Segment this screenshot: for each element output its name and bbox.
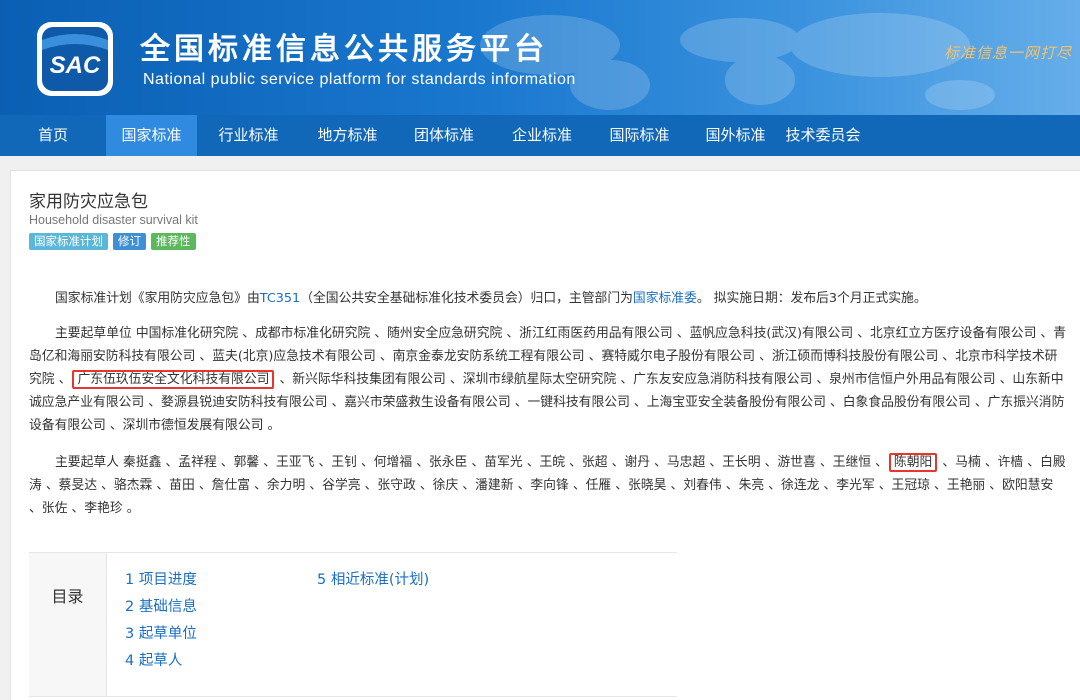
nav-item-enterprise-standards[interactable]: 企业标准: [493, 115, 591, 156]
plan-text-a: 国家标准计划《家用防灾应急包》由: [55, 291, 260, 306]
nav-item-industry-standards[interactable]: 行业标准: [197, 115, 300, 156]
nav-item-international-standards[interactable]: 国际标准: [591, 115, 688, 156]
nav-item-group-standards[interactable]: 团体标准: [395, 115, 493, 156]
toc-link-basic-info[interactable]: 2 基础信息: [125, 594, 197, 621]
plan-text-c: 。 拟实施日期：发布后3个月正式实施。: [696, 291, 927, 306]
toc-link-progress[interactable]: 1 项目进度: [125, 567, 197, 594]
badge-recommended: 推荐性: [151, 233, 196, 250]
toc-column-1: 1 项目进度 2 基础信息 3 起草单位 4 起草人: [125, 567, 197, 675]
highlighted-drafting-unit: 广东伍玖伍安全文化科技有限公司: [72, 370, 275, 389]
department-link[interactable]: 国家标准委: [633, 291, 697, 306]
standard-title: 家用防灾应急包: [29, 192, 148, 212]
nav-item-local-standards[interactable]: 地方标准: [300, 115, 395, 156]
toc-label: 目录: [29, 553, 107, 696]
drafters: 主要起草人 秦挺鑫 、孟祥程 、郭馨 、王亚飞 、王钊 、何增福 、张永臣 、苗…: [29, 451, 1069, 520]
standard-title-en: Household disaster survival kit: [29, 213, 198, 227]
drafters-text: 主要起草人 秦挺鑫 、孟祥程 、郭馨 、王亚飞 、王钊 、何增福 、张永臣 、苗…: [55, 455, 888, 470]
badge-plan: 国家标准计划: [29, 233, 108, 250]
nav-item-foreign-standards[interactable]: 国外标准: [688, 115, 783, 156]
badge-revision: 修订: [113, 233, 146, 250]
site-slogan: 标准信息一网打尽: [943, 44, 1072, 62]
plan-description: 国家标准计划《家用防灾应急包》由TC351（全国公共安全基础标准化技术委员会）归…: [29, 287, 1069, 310]
nav-item-national-standards[interactable]: 国家标准: [106, 115, 197, 156]
standard-detail-panel: 家用防灾应急包 Household disaster survival kit …: [10, 170, 1080, 700]
drafting-units: 主要起草单位 中国标准化研究院 、成都市标准化研究院 、随州安全应急研究院 、浙…: [29, 322, 1069, 437]
toc-link-drafters[interactable]: 4 起草人: [125, 648, 197, 675]
main-nav: 首页 国家标准 行业标准 地方标准 团体标准 企业标准 国际标准 国外标准 技术…: [0, 115, 1080, 156]
site-title: 全国标准信息公共服务平台: [140, 32, 548, 67]
nav-item-technical-committees[interactable]: 技术委员会: [783, 115, 863, 156]
highlighted-drafter: 陈朝阳: [888, 453, 938, 472]
toc-link-similar-standards[interactable]: 5 相近标准(计划): [317, 567, 429, 594]
badge-group: 国家标准计划 修订 推荐性: [29, 233, 196, 250]
tc351-link[interactable]: TC351: [260, 291, 300, 306]
logo-text: SAC: [50, 52, 101, 79]
plan-text-b: （全国公共安全基础标准化技术委员会）归口，主管部门为: [300, 291, 633, 306]
toc-link-drafting-units[interactable]: 3 起草单位: [125, 621, 197, 648]
toc-column-2: 5 相近标准(计划): [317, 567, 429, 594]
sac-logo: SAC: [37, 22, 113, 96]
nav-item-home[interactable]: 首页: [0, 115, 106, 156]
site-subtitle: National public service platform for sta…: [143, 71, 576, 88]
table-of-contents: 目录 1 项目进度 2 基础信息 3 起草单位 4 起草人 5 相近标准(计划): [29, 552, 677, 697]
header-banner: SAC 全国标准信息公共服务平台 National public service…: [0, 0, 1080, 115]
